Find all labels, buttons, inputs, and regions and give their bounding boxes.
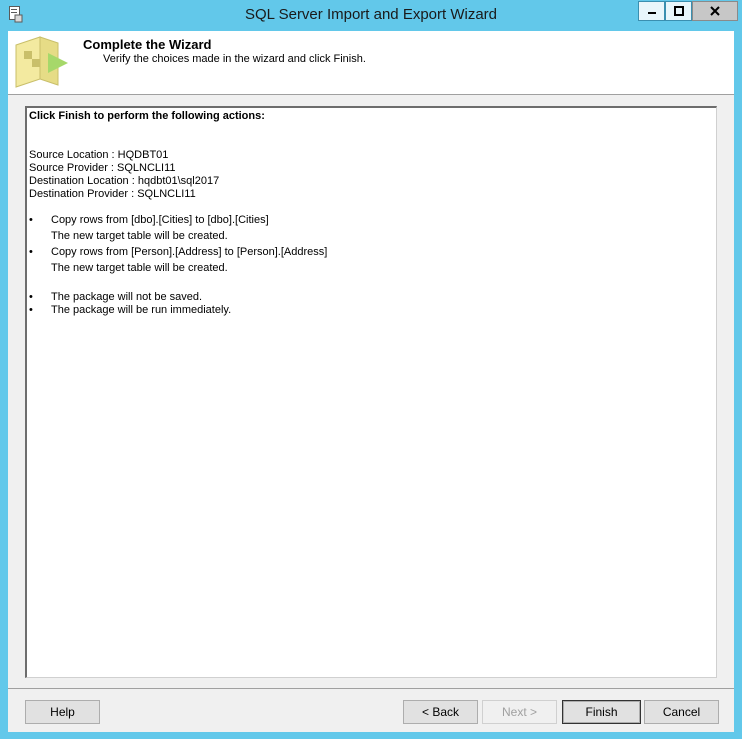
copy-action-text: Copy rows from [Person].[Address] to [Pe… xyxy=(51,246,328,258)
page-subtitle: Verify the choices made in the wizard an… xyxy=(103,53,366,65)
close-icon xyxy=(710,6,720,16)
wizard-client-area: Complete the Wizard Verify the choices m… xyxy=(8,31,734,732)
destination-provider: Destination Provider : SQLNCLI11 xyxy=(29,188,196,200)
bullet: • xyxy=(29,304,33,316)
page-title: Complete the Wizard xyxy=(83,37,212,52)
maximize-button[interactable] xyxy=(665,1,692,21)
wizard-icon xyxy=(15,36,68,88)
destination-location: Destination Location : hqdbt01\sql2017 xyxy=(29,175,220,187)
bullet: • xyxy=(29,246,33,258)
source-location: Source Location : HQDBT01 xyxy=(29,149,169,161)
minimize-button[interactable] xyxy=(638,1,665,21)
divider xyxy=(8,688,734,689)
summary-text-area[interactable]: Click Finish to perform the following ac… xyxy=(25,106,717,678)
package-action-text: The package will be run immediately. xyxy=(51,304,232,316)
summary-heading: Click Finish to perform the following ac… xyxy=(29,110,265,122)
copy-action-note: The new target table will be created. xyxy=(51,262,228,274)
title-bar[interactable]: SQL Server Import and Export Wizard xyxy=(0,0,742,30)
cancel-button[interactable]: Cancel xyxy=(644,700,719,724)
wizard-window: SQL Server Import and Export Wizard Comp… xyxy=(0,0,742,739)
back-button[interactable]: < Back xyxy=(403,700,478,724)
bullet: • xyxy=(29,214,33,226)
package-action-text: The package will not be saved. xyxy=(51,291,203,303)
window-title: SQL Server Import and Export Wizard xyxy=(244,6,498,23)
help-button[interactable]: Help xyxy=(25,700,100,724)
copy-action-text: Copy rows from [dbo].[Cities] to [dbo].[… xyxy=(51,214,269,226)
maximize-icon xyxy=(673,6,684,16)
minimize-icon xyxy=(647,12,656,14)
next-button[interactable]: Next > xyxy=(482,700,557,724)
close-button[interactable] xyxy=(692,1,738,21)
copy-action-note: The new target table will be created. xyxy=(51,230,228,242)
source-provider: Source Provider : SQLNCLI11 xyxy=(29,162,176,174)
finish-button[interactable]: Finish xyxy=(562,700,641,724)
bullet: • xyxy=(29,291,33,303)
wizard-header: Complete the Wizard Verify the choices m… xyxy=(8,31,734,95)
